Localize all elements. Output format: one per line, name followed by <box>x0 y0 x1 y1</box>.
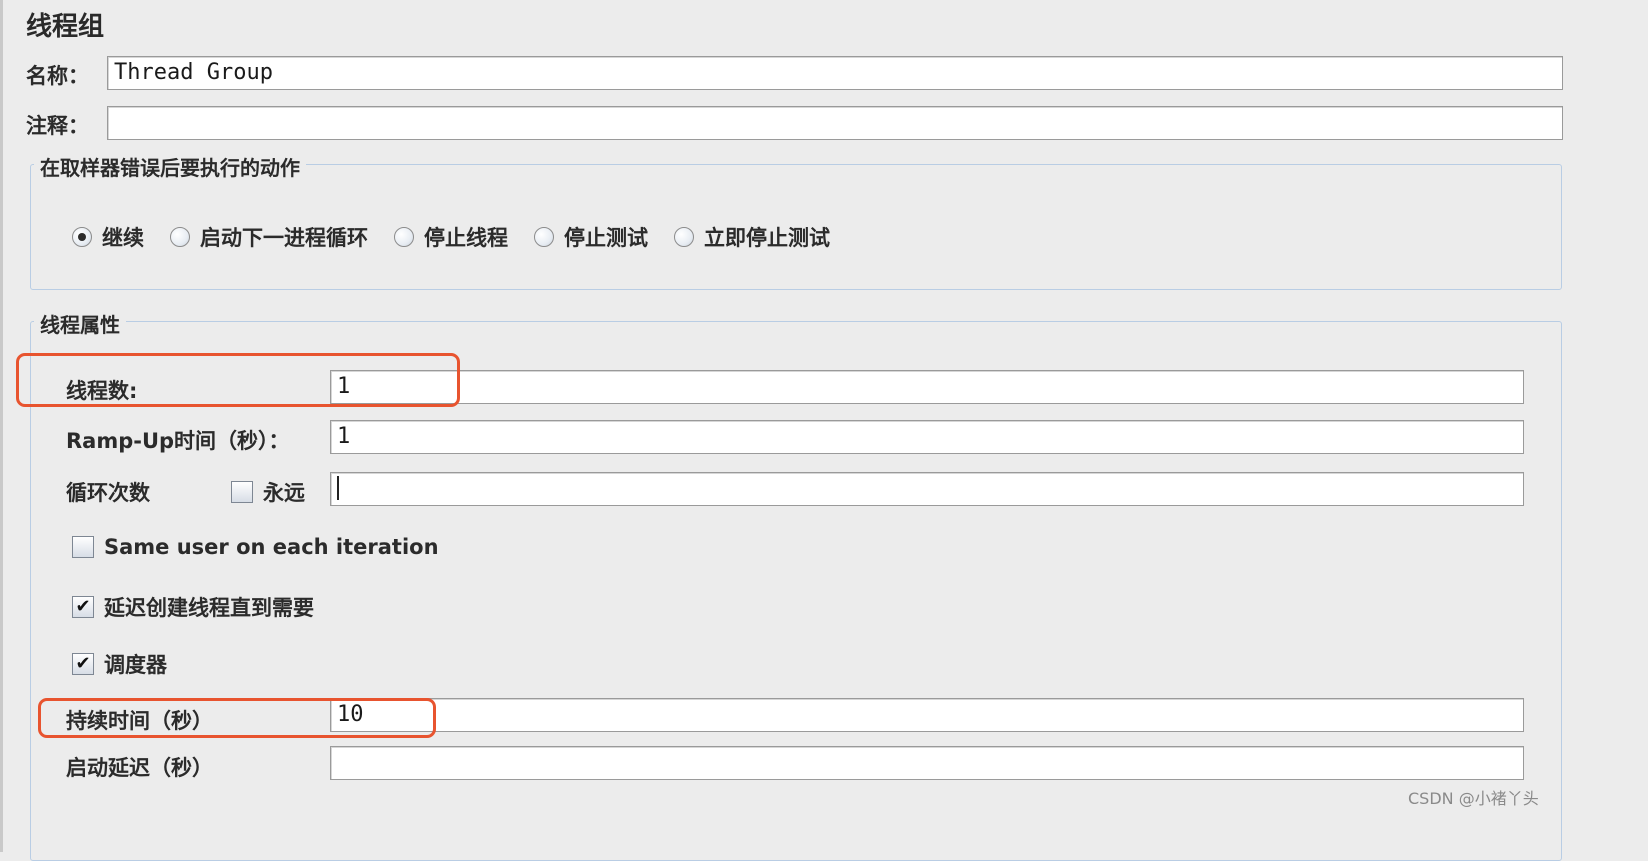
loop-count-input[interactable] <box>330 472 1524 506</box>
duration-highlight-annotation <box>38 698 436 738</box>
csdn-watermark: CSDN @小褚丫头 <box>1408 789 1539 808</box>
startup-delay-input[interactable] <box>330 746 1524 780</box>
num-threads-highlight-annotation <box>16 353 460 407</box>
comment-input[interactable] <box>107 106 1563 140</box>
same-user-label: Same user on each iteration <box>104 535 439 559</box>
loop-forever-checkbox-row[interactable]: 永远 <box>231 477 305 507</box>
radio-continue[interactable]: 继续 <box>72 222 144 252</box>
delay-thread-creation-label: 延迟创建线程直到需要 <box>104 596 314 620</box>
same-user-checkbox[interactable] <box>72 536 94 558</box>
delay-thread-creation-checkbox[interactable]: ✔ <box>72 596 94 618</box>
thread-properties-legend: 线程属性 <box>34 309 126 338</box>
radio-stop-test[interactable]: 停止测试 <box>534 222 648 252</box>
comment-label: 注释： <box>26 114 89 138</box>
radio-stop-test-indicator[interactable] <box>534 227 554 247</box>
ramp-up-label: Ramp-Up时间（秒）： <box>66 429 290 453</box>
radio-stop-thread[interactable]: 停止线程 <box>394 222 508 252</box>
radio-continue-indicator[interactable] <box>72 227 92 247</box>
ramp-up-input[interactable]: 1 <box>330 420 1524 454</box>
name-input[interactable]: Thread Group <box>107 56 1563 90</box>
radio-continue-label: 继续 <box>102 226 144 250</box>
radio-stop-test-now-label: 立即停止测试 <box>704 226 830 250</box>
page-title: 线程组 <box>26 12 105 42</box>
radio-stop-thread-label: 停止线程 <box>424 226 508 250</box>
scheduler-checkbox[interactable]: ✔ <box>72 653 94 675</box>
scheduler-label: 调度器 <box>104 653 167 677</box>
loop-forever-label: 永远 <box>263 481 305 505</box>
radio-stop-thread-indicator[interactable] <box>394 227 414 247</box>
sampler-error-action-options: 继续 启动下一进程循环 停止线程 停止测试 立即停止测试 <box>72 222 856 252</box>
radio-start-next-loop[interactable]: 启动下一进程循环 <box>170 222 368 252</box>
radio-start-next-loop-label: 启动下一进程循环 <box>200 226 368 250</box>
scheduler-checkbox-row[interactable]: ✔ 调度器 <box>72 649 167 679</box>
loop-count-label: 循环次数 <box>66 481 150 505</box>
text-caret <box>337 475 339 500</box>
delay-thread-creation-checkbox-row[interactable]: ✔ 延迟创建线程直到需要 <box>72 592 314 622</box>
duration-input[interactable]: 10 <box>330 698 1524 732</box>
startup-delay-label: 启动延迟（秒） <box>66 756 213 780</box>
radio-stop-test-label: 停止测试 <box>564 226 648 250</box>
name-label: 名称： <box>26 64 89 88</box>
radio-stop-test-now[interactable]: 立即停止测试 <box>674 222 830 252</box>
radio-stop-test-now-indicator[interactable] <box>674 227 694 247</box>
num-threads-input[interactable]: 1 <box>330 370 1524 404</box>
sampler-error-action-legend: 在取样器错误后要执行的动作 <box>34 152 306 181</box>
same-user-checkbox-row[interactable]: Same user on each iteration <box>72 535 439 559</box>
loop-forever-checkbox[interactable] <box>231 481 253 503</box>
window-left-edge <box>0 0 3 852</box>
radio-start-next-loop-indicator[interactable] <box>170 227 190 247</box>
